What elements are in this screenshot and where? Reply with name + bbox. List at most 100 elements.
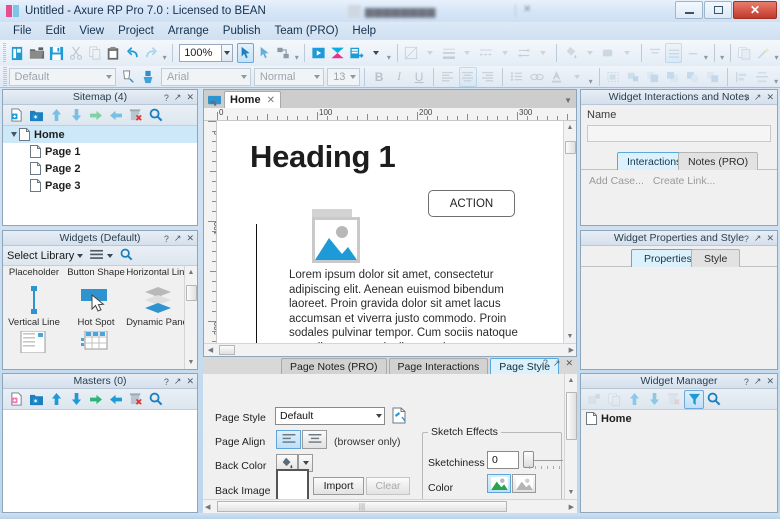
help-icon[interactable]: ?	[164, 377, 169, 387]
add-page-icon[interactable]	[6, 106, 26, 125]
widget-table[interactable]	[65, 331, 127, 353]
page-style-horizontal-scrollbar[interactable]: ◀ ||| ▶	[203, 499, 577, 513]
scroll-thumb[interactable]	[219, 345, 235, 355]
fill-color-icon[interactable]	[562, 43, 579, 63]
paint-brush-icon[interactable]	[139, 67, 157, 87]
widget-manager-list[interactable]: Home	[581, 410, 777, 512]
back-image-clear-button[interactable]: Clear	[366, 477, 410, 495]
copy-icon[interactable]	[86, 43, 103, 63]
publish-export-icon[interactable]	[348, 43, 365, 63]
toolbar-overflow-4[interactable]: ▾	[702, 44, 709, 62]
canvas-horizontal-scrollbar[interactable]: ◀ ▶	[204, 343, 576, 356]
widgets-vertical-scrollbar[interactable]: ▲ ▼	[184, 266, 197, 369]
library-menu-icon[interactable]	[90, 249, 104, 263]
popout-icon[interactable]: ↗	[754, 92, 762, 103]
toolbar-overflow-3[interactable]: ▾	[385, 44, 392, 62]
page-sheet[interactable]: Heading 1 ACTION Lorem ipsum dolor sit a…	[217, 121, 565, 343]
add-folder-icon[interactable]	[26, 106, 46, 125]
distribute-vertical-button[interactable]	[753, 67, 771, 87]
close-icon[interactable]: ✕	[766, 233, 774, 244]
search-icon[interactable]	[704, 390, 724, 409]
close-icon[interactable]: ✕	[766, 92, 774, 103]
scroll-left-arrow-icon[interactable]: ◀	[205, 503, 210, 511]
canvas-area[interactable]: 0 100 200 Heading 1 ACTION	[204, 121, 576, 343]
popout-icon[interactable]: ↗	[754, 233, 762, 244]
align-left-edges-button[interactable]	[733, 67, 751, 87]
move-down-icon[interactable]	[66, 106, 86, 125]
send-to-back-button[interactable]	[664, 67, 682, 87]
move-down-icon[interactable]	[644, 390, 664, 409]
line-weight-dropdown-arrow[interactable]	[459, 43, 476, 63]
duplicate-widget-icon[interactable]	[604, 390, 624, 409]
menu-publish[interactable]: Publish	[216, 24, 268, 38]
bold-button[interactable]: B	[370, 67, 388, 87]
align-top-icon[interactable]	[647, 43, 664, 63]
scroll-up-arrow-icon[interactable]: ▲	[565, 374, 578, 387]
search-icon[interactable]	[146, 390, 166, 409]
border-dropdown-arrow[interactable]	[421, 43, 438, 63]
help-icon[interactable]: ?	[543, 358, 548, 369]
sitemap-item-home[interactable]: Home	[3, 126, 197, 143]
connector-pointer-icon[interactable]	[256, 43, 273, 63]
chevron-down-icon[interactable]	[77, 253, 84, 258]
move-up-icon[interactable]	[46, 390, 66, 409]
menu-team[interactable]: Team (PRO)	[268, 24, 346, 38]
help-icon[interactable]: ?	[164, 93, 169, 103]
back-image-import-button[interactable]: Import	[313, 477, 364, 495]
line-weight-icon[interactable]	[440, 43, 457, 63]
widget-repeater[interactable]	[3, 331, 65, 353]
zoom-input[interactable]: 100%	[179, 44, 222, 62]
scroll-thumb[interactable]: |||	[217, 501, 507, 512]
heading-1-widget[interactable]: Heading 1	[250, 139, 396, 175]
align-middle-icon[interactable]	[665, 43, 683, 63]
shadow-dropdown-arrow[interactable]	[619, 43, 636, 63]
tab-page-notes[interactable]: Page Notes (PRO)	[281, 358, 387, 374]
close-icon[interactable]: ✕	[186, 233, 194, 244]
open-folder-icon[interactable]	[28, 43, 46, 63]
image-placeholder-widget[interactable]	[312, 217, 360, 263]
widgets-list[interactable]: Placeholder Button Shape Horizontal Line…	[3, 266, 197, 369]
magic-wand-icon[interactable]	[755, 43, 772, 63]
point-mode-icon[interactable]	[275, 43, 292, 63]
grey-bar-widget[interactable]	[312, 209, 352, 217]
canvas-vertical-scrollbar[interactable]: ▲ ▼	[563, 121, 576, 343]
move-up-icon[interactable]	[46, 106, 66, 125]
underline-button[interactable]: U	[410, 67, 428, 87]
popout-icon[interactable]: ↗	[754, 376, 762, 387]
border-style-icon[interactable]	[402, 43, 419, 63]
delete-master-icon[interactable]	[126, 390, 146, 409]
page-align-center-button[interactable]	[302, 430, 327, 449]
popout-icon[interactable]: ↗	[174, 233, 182, 244]
menu-view[interactable]: View	[72, 24, 111, 38]
popout-icon[interactable]: ↗	[174, 376, 182, 387]
generate-prototype-icon[interactable]	[329, 43, 346, 63]
help-icon[interactable]: ?	[164, 234, 169, 244]
widget-vertical-line[interactable]: Vertical Line	[3, 283, 65, 328]
new-file-icon[interactable]	[9, 43, 26, 63]
help-icon[interactable]: ?	[744, 93, 749, 103]
select-pointer-icon[interactable]	[237, 43, 255, 63]
scroll-down-arrow-icon[interactable]: ▼	[565, 486, 578, 499]
align-bottom-icon[interactable]	[684, 43, 701, 63]
search-icon[interactable]	[120, 248, 133, 264]
send-backward-button[interactable]	[704, 67, 722, 87]
outdent-left-icon[interactable]	[106, 106, 126, 125]
page-style-vertical-scrollbar[interactable]: ▲ ▼	[564, 374, 577, 499]
edit-page-style-icon[interactable]	[391, 407, 407, 427]
widget-cell[interactable]: Horizontal Line	[126, 267, 189, 278]
scroll-right-arrow-icon[interactable]: ▶	[569, 346, 574, 354]
delete-page-icon[interactable]	[126, 106, 146, 125]
menu-help[interactable]: Help	[345, 24, 383, 38]
widget-hot-spot[interactable]: Hot Spot	[65, 283, 127, 328]
menu-project[interactable]: Project	[111, 24, 161, 38]
add-note-icon[interactable]	[736, 43, 753, 63]
filter-icon[interactable]	[684, 389, 704, 409]
font-weight-select[interactable]: Normal	[253, 67, 325, 86]
font-family-select[interactable]: Arial	[161, 67, 251, 86]
format-toolbar-grip[interactable]	[3, 66, 7, 87]
sketch-color-on-button[interactable]	[487, 474, 511, 493]
line-dash-dropdown-arrow[interactable]	[497, 43, 514, 63]
line-dash-icon[interactable]	[478, 43, 495, 63]
widget-cell[interactable]: Placeholder	[3, 267, 65, 278]
close-button[interactable]: ✕	[733, 1, 777, 19]
